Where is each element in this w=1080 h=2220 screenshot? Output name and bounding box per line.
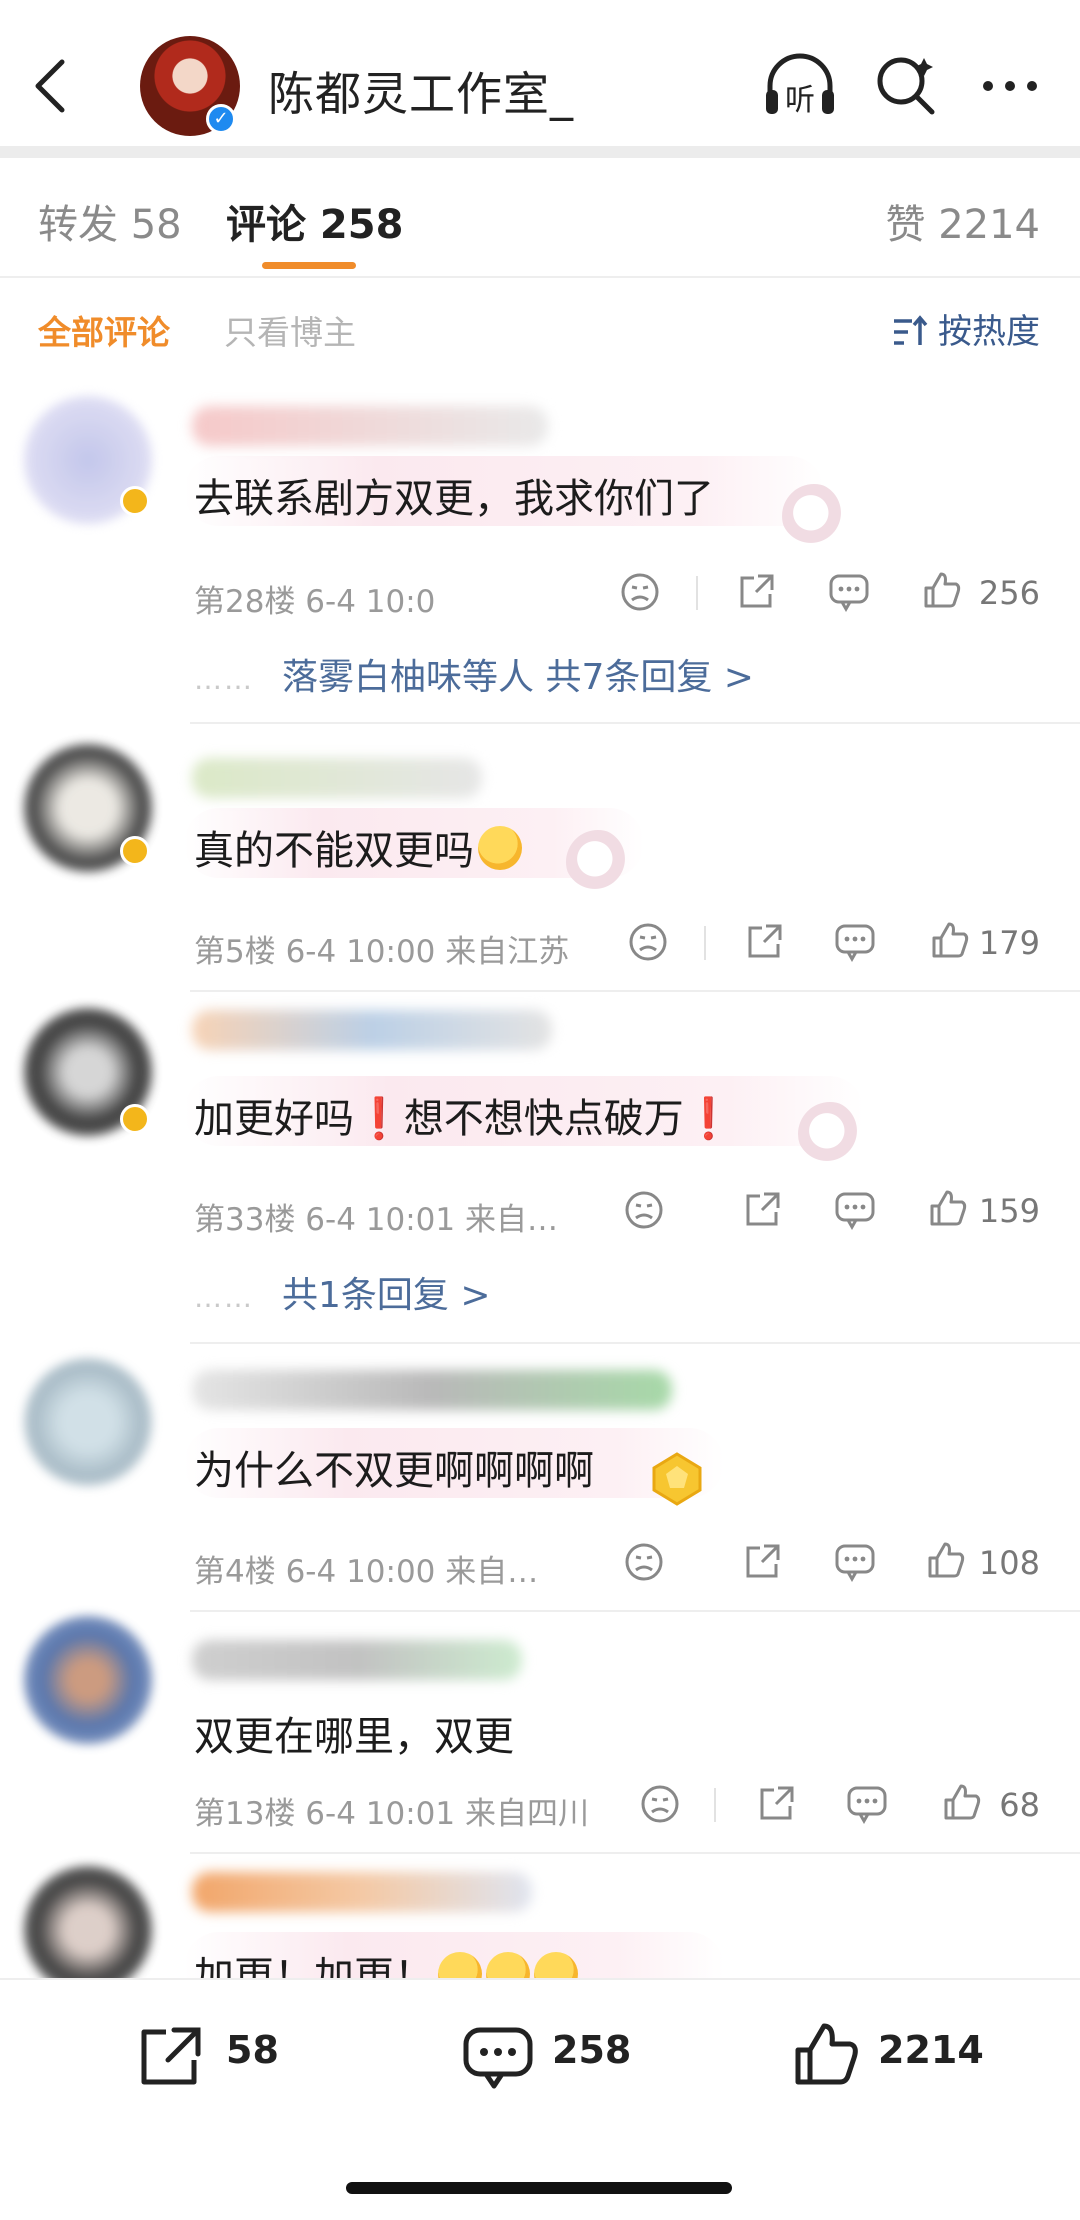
tab-reposts[interactable]: 转发 58 — [38, 192, 182, 250]
username-blurred[interactable] — [192, 1640, 522, 1680]
comment-meta: 第5楼 6-4 10:00 来自江苏 — [194, 934, 570, 970]
active-tab-indicator — [262, 262, 356, 269]
comment-text-part: 想不想快点破万 — [403, 1096, 684, 1142]
verified-badge-icon — [120, 836, 150, 866]
screen: ✓ 陈都灵工作室_ 听 转发 58 评论 258 赞 2214 全部评论 只看博… — [0, 0, 1080, 2220]
repost-icon[interactable] — [136, 2024, 206, 2088]
reply-icon[interactable] — [846, 1784, 888, 1824]
listen-label: 听 — [785, 83, 815, 118]
dislike-icon[interactable] — [640, 1784, 680, 1824]
view-replies-link[interactable]: …… 共1条回复 > — [194, 1266, 491, 1318]
like-icon[interactable] — [792, 2020, 862, 2088]
reply-icon[interactable] — [834, 1190, 876, 1230]
like-count: 159 — [978, 1192, 1040, 1230]
comment-text: 真的不能双更吗 — [194, 818, 522, 876]
like-icon[interactable] — [922, 570, 962, 610]
like-count: 179 — [978, 924, 1040, 962]
comment-divider — [190, 990, 1080, 992]
like-icon[interactable] — [928, 1188, 968, 1228]
exclamation-icon: ❗ — [354, 1096, 404, 1142]
repost-count[interactable]: 58 — [226, 2028, 279, 2072]
comment-meta: 第13楼 6-4 10:01 来自四川 — [194, 1796, 589, 1832]
dislike-icon[interactable] — [624, 1542, 664, 1582]
comment-meta: 第4楼 6-4 10:00 来自… — [194, 1554, 539, 1590]
more-icon[interactable] — [980, 78, 1040, 94]
comment-text-part: 加更好吗 — [194, 1096, 354, 1142]
like-icon[interactable] — [926, 1540, 966, 1580]
share-icon[interactable] — [736, 572, 776, 612]
avatar[interactable] — [24, 1358, 152, 1486]
gold-badge-icon — [648, 1450, 706, 1508]
listen-headphones-icon[interactable]: 听 — [762, 52, 838, 118]
share-icon[interactable] — [756, 1784, 796, 1824]
avatar[interactable] — [24, 1866, 152, 1994]
dislike-icon[interactable] — [620, 572, 660, 612]
comment-text: 去联系剧方双更，我求你们了 — [194, 476, 714, 522]
comment-divider — [190, 722, 1080, 724]
reply-dots: …… — [194, 663, 254, 696]
username-blurred[interactable] — [192, 1872, 532, 1912]
action-divider — [696, 576, 698, 610]
username-blurred[interactable] — [192, 406, 548, 446]
comment-divider — [190, 1342, 1080, 1344]
comment-text: 双更在哪里，双更 — [194, 1714, 514, 1760]
comment-divider — [190, 1610, 1080, 1612]
like-count: 256 — [978, 574, 1040, 612]
action-divider — [714, 1788, 716, 1822]
reply-icon[interactable] — [834, 922, 876, 962]
sticker-icon — [798, 1102, 862, 1166]
filter-all-comments[interactable]: 全部评论 — [38, 306, 170, 354]
comment-meta: 第33楼 6-4 10:01 来自… — [194, 1202, 558, 1238]
like-count: 108 — [978, 1544, 1040, 1582]
reply-icon[interactable] — [828, 572, 870, 612]
comment-text: 加更好吗❗想不想快点破万❗ — [194, 1086, 734, 1144]
comment-count[interactable]: 258 — [552, 2028, 631, 2072]
share-icon[interactable] — [744, 922, 784, 962]
username-blurred[interactable] — [192, 758, 482, 798]
action-divider — [704, 926, 706, 960]
verified-badge-icon — [120, 486, 150, 516]
sort-label: 按热度 — [938, 312, 1040, 352]
reply-dots: …… — [194, 1281, 254, 1314]
comment-text: 为什么不双更啊啊啊啊 — [194, 1448, 594, 1494]
avatar[interactable] — [24, 1616, 152, 1744]
filter-author-only[interactable]: 只看博主 — [224, 306, 356, 354]
home-indicator[interactable] — [346, 2182, 732, 2194]
dislike-icon[interactable] — [628, 922, 668, 962]
username-blurred[interactable] — [192, 1010, 552, 1050]
like-icon[interactable] — [930, 920, 970, 960]
comment-divider — [190, 1852, 1080, 1854]
header-divider — [0, 146, 1080, 158]
sort-icon — [892, 315, 928, 349]
reply-link-text: 共1条回复 > — [282, 1275, 491, 1316]
tabs-divider — [0, 276, 1080, 278]
username-blurred[interactable] — [192, 1370, 672, 1410]
exclamation-icon: ❗ — [683, 1096, 734, 1142]
verified-badge-icon: ✓ — [206, 104, 236, 134]
share-icon[interactable] — [742, 1542, 782, 1582]
top-bar: ✓ 陈都灵工作室_ 听 — [0, 0, 1080, 148]
sticker-icon — [782, 484, 846, 548]
tab-likes[interactable]: 赞 2214 — [885, 192, 1040, 250]
tab-comments[interactable]: 评论 258 — [226, 192, 403, 250]
search-icon[interactable] — [874, 54, 938, 118]
share-icon[interactable] — [742, 1190, 782, 1230]
verified-badge-icon — [120, 1104, 150, 1134]
comment-text-body: 真的不能双更吗 — [194, 828, 474, 874]
view-replies-link[interactable]: …… 落雾白柚味等人 共7条回复 > — [194, 648, 754, 700]
reply-link-text: 落雾白柚味等人 共7条回复 > — [282, 657, 754, 698]
back-icon[interactable] — [30, 56, 70, 116]
like-count: 68 — [999, 1786, 1040, 1824]
page-title: 陈都灵工作室_ — [268, 67, 574, 121]
like-count[interactable]: 2214 — [878, 2028, 984, 2072]
angry-emoji-icon — [478, 826, 522, 870]
sticker-icon — [566, 830, 630, 894]
dislike-icon[interactable] — [624, 1190, 664, 1230]
reply-icon[interactable] — [834, 1542, 876, 1582]
sort-by-hot-button[interactable]: 按热度 — [892, 304, 1040, 353]
like-icon[interactable] — [942, 1782, 982, 1822]
comment-icon[interactable] — [462, 2024, 534, 2092]
comment-meta: 第28楼 6-4 10:0 — [194, 584, 436, 620]
